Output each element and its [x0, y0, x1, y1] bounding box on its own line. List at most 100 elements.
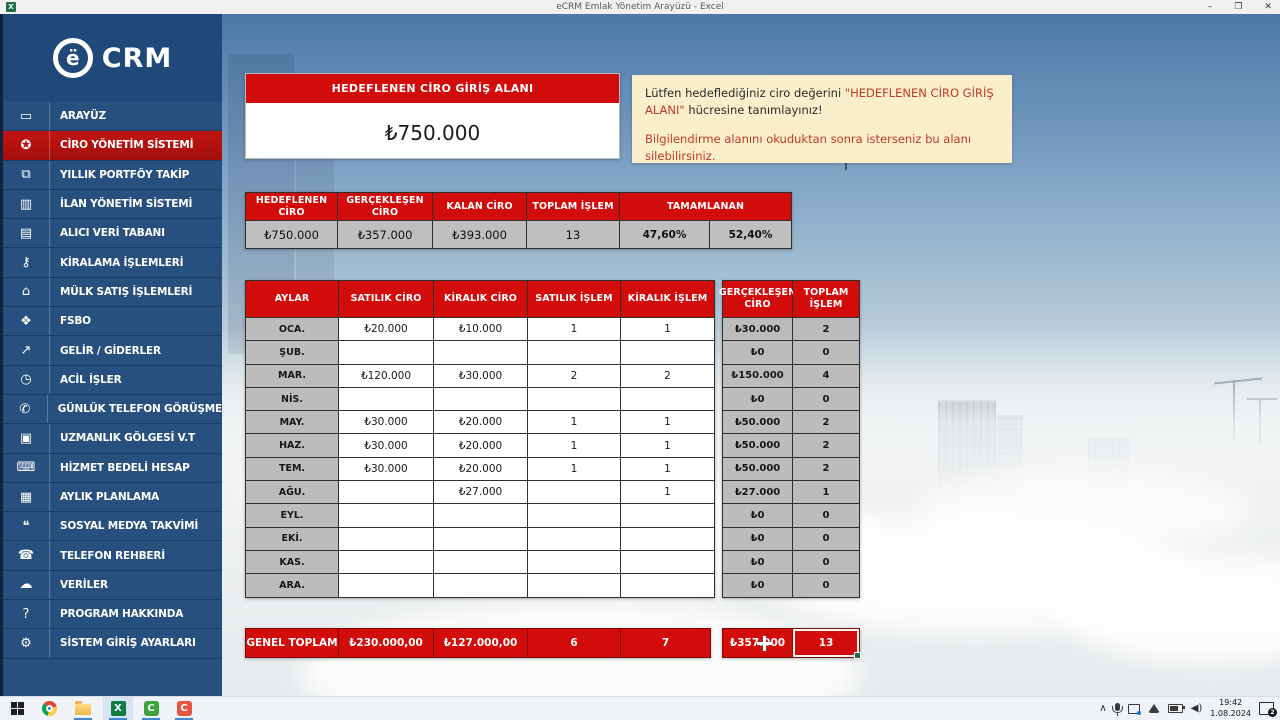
summary-value-cell[interactable]: ₺357.000	[338, 221, 432, 248]
taskbar-camtasia-button[interactable]: C	[143, 700, 159, 716]
satilik-ciro-cell[interactable]	[339, 481, 433, 504]
month-cell[interactable]: ARA.	[246, 574, 338, 597]
gerceklesen-ciro-cell[interactable]: ₺27.000	[723, 481, 792, 504]
sidebar-item-yillik-portfoy-takip[interactable]: ⧉ YILLIK PORTFÖY TAKİP	[3, 160, 222, 190]
sidebar-item-gunluk-telefon-gorusme[interactable]: ✆ GÜNLÜK TELEFON GÖRÜŞME	[3, 394, 222, 425]
month-cell[interactable]: EYL.	[246, 504, 338, 527]
kiralik-islem-cell[interactable]: 1	[621, 481, 714, 504]
kiralik-islem-cell[interactable]	[621, 550, 714, 574]
satilik-islem-cell[interactable]	[528, 341, 620, 364]
minimize-button[interactable]: –	[1208, 2, 1213, 12]
month-cell[interactable]: ŞUB.	[246, 341, 338, 364]
wifi-icon[interactable]	[1147, 704, 1160, 713]
kiralik-islem-cell[interactable]: 1	[621, 434, 714, 457]
toplam-islem-cell[interactable]: 2	[793, 411, 859, 434]
gerceklesen-ciro-cell[interactable]: ₺50.000	[723, 434, 792, 457]
grand-total-kiralik[interactable]: ₺127.000,00	[434, 629, 527, 657]
kiralik-ciro-cell[interactable]: ₺10.000	[434, 318, 527, 341]
satilik-ciro-cell[interactable]	[339, 574, 433, 597]
summary-header-cell[interactable]: GERÇEKLEŞEN CİRO	[338, 193, 432, 220]
taskbar-explorer-button[interactable]	[75, 700, 91, 716]
satilik-islem-cell[interactable]	[528, 527, 620, 550]
gerceklesen-ciro-cell[interactable]: ₺0	[723, 550, 792, 574]
satilik-ciro-cell[interactable]	[339, 550, 433, 574]
month-cell[interactable]: NİS.	[246, 387, 338, 411]
info-box[interactable]: Lütfen hedeflediğiniz ciro değerini "HED…	[632, 75, 1012, 163]
satilik-ciro-cell[interactable]	[339, 387, 433, 411]
kiralik-ciro-cell[interactable]: ₺30.000	[434, 364, 527, 387]
satilik-ciro-cell[interactable]: ₺30.000	[339, 457, 433, 481]
summary-percent-cell[interactable]: 47,60%	[620, 221, 709, 248]
satilik-ciro-cell[interactable]: ₺30.000	[339, 434, 433, 457]
summary-header-cell[interactable]: TOPLAM İŞLEM	[527, 193, 619, 220]
summary-value-cell[interactable]: 13	[527, 221, 619, 248]
monthly-header-cell[interactable]: AYLAR	[246, 281, 338, 317]
gerceklesen-ciro-cell[interactable]: ₺30.000	[723, 318, 792, 341]
sidebar-item-sosyal-medya-takvimi[interactable]: ❝ SOSYAL MEDYA TAKVİMİ	[3, 512, 222, 542]
speaker-icon[interactable]: ◀)	[1191, 703, 1203, 714]
satilik-islem-cell[interactable]: 1	[528, 457, 620, 481]
satilik-ciro-cell[interactable]: ₺20.000	[339, 318, 433, 341]
sidebar-item-fsbo[interactable]: ❖ FSBO	[3, 307, 222, 337]
satilik-islem-cell[interactable]: 1	[528, 411, 620, 434]
summary-value-cell[interactable]: ₺393.000	[433, 221, 526, 248]
gerceklesen-ciro-cell[interactable]: ₺50.000	[723, 411, 792, 434]
microphone-icon[interactable]	[1111, 703, 1123, 716]
kiralik-ciro-cell[interactable]: ₺20.000	[434, 457, 527, 481]
toplam-islem-cell[interactable]: 4	[793, 364, 859, 387]
toplam-islem-cell[interactable]: 0	[793, 550, 859, 574]
gerceklesen-ciro-cell[interactable]: ₺150.000	[723, 364, 792, 387]
kiralik-ciro-cell[interactable]	[434, 341, 527, 364]
battery-icon[interactable]	[1167, 704, 1185, 713]
summary-header-cell[interactable]: HEDEFLENEN CİRO	[246, 193, 337, 220]
toplam-islem-cell[interactable]: 0	[793, 504, 859, 527]
realized-header-cell[interactable]: GERÇEKLEŞEN CİRO	[719, 281, 796, 317]
month-cell[interactable]: OCA.	[246, 318, 338, 341]
kiralik-ciro-cell[interactable]: ₺20.000	[434, 411, 527, 434]
tray-chevron-icon[interactable]: ∧	[1099, 703, 1106, 714]
kiralik-ciro-cell[interactable]	[434, 550, 527, 574]
sidebar-item-veriler[interactable]: ☁ VERİLER	[3, 570, 222, 601]
notification-center-icon[interactable]: 2	[1259, 702, 1277, 717]
sidebar-item-arayuz[interactable]: ▭ ARAYÜZ	[3, 102, 222, 132]
monthly-header-cell[interactable]: KİRALIK İŞLEM	[621, 281, 714, 317]
toplam-islem-cell[interactable]: 0	[793, 574, 859, 597]
kiralik-islem-cell[interactable]	[621, 387, 714, 411]
kiralik-ciro-cell[interactable]	[434, 504, 527, 527]
monthly-header-cell[interactable]: KİRALIK CİRO	[434, 281, 527, 317]
satilik-ciro-cell[interactable]	[339, 527, 433, 550]
sidebar-item-ciro-yonetim-sistemi[interactable]: ✪ CİRO YÖNETİM SİSTEMİ	[3, 131, 222, 161]
toplam-islem-cell[interactable]: 0	[793, 387, 859, 411]
kiralik-ciro-cell[interactable]: ₺20.000	[434, 434, 527, 457]
sidebar-item-sistem-giris-ayarlari[interactable]: ⚙ SİSTEM GİRİŞ AYARLARI	[3, 629, 222, 659]
month-cell[interactable]: TEM.	[246, 457, 338, 481]
grand-total-label[interactable]: GENEL TOPLAM	[246, 629, 338, 657]
start-button[interactable]	[9, 700, 25, 716]
summary-header-cell[interactable]: TAMAMLANAN	[620, 193, 791, 220]
summary-value-cell[interactable]: ₺750.000	[246, 221, 337, 248]
kiralik-ciro-cell[interactable]: ₺27.000	[434, 481, 527, 504]
month-cell[interactable]: MAY.	[246, 411, 338, 434]
gerceklesen-ciro-cell[interactable]: ₺0	[723, 504, 792, 527]
sidebar-item-acil-isler[interactable]: ◷ ACİL İŞLER	[3, 365, 222, 395]
month-cell[interactable]: EKİ.	[246, 527, 338, 550]
satilik-islem-cell[interactable]: 1	[528, 434, 620, 457]
monthly-header-cell[interactable]: SATILIK CİRO	[339, 281, 433, 317]
satilik-islem-cell[interactable]: 2	[528, 364, 620, 387]
sidebar-item-aylik-planlama[interactable]: ▦ AYLIK PLANLAMA	[3, 482, 222, 513]
toplam-islem-cell[interactable]: 2	[793, 457, 859, 481]
sidebar-item-kiralama-islemleri[interactable]: ⚷ KİRALAMA İŞLEMLERİ	[3, 248, 222, 278]
restore-button[interactable]: ❐	[1234, 2, 1242, 12]
kiralik-ciro-cell[interactable]	[434, 527, 527, 550]
toplam-islem-cell[interactable]: 1	[793, 481, 859, 504]
month-cell[interactable]: MAR.	[246, 364, 338, 387]
toplam-islem-cell[interactable]: 0	[793, 527, 859, 550]
toplam-islem-cell[interactable]: 0	[793, 341, 859, 364]
sidebar-item-gelir-giderler[interactable]: ↗ GELİR / GİDERLER	[3, 336, 222, 366]
grand-total-islem-selected-cell[interactable]: 13	[793, 629, 861, 659]
toplam-islem-cell[interactable]: 2	[793, 318, 859, 341]
sidebar-item-hizmet-bedeli-hesap[interactable]: ⌨ HİZMET BEDELİ HESAP	[3, 453, 222, 483]
gerceklesen-ciro-cell[interactable]: ₺0	[723, 341, 792, 364]
sidebar-item-ilan-yonetim-sistemi[interactable]: ▥ İLAN YÖNETİM SİSTEMİ	[3, 189, 222, 220]
taskbar-chrome-button[interactable]	[41, 700, 57, 716]
